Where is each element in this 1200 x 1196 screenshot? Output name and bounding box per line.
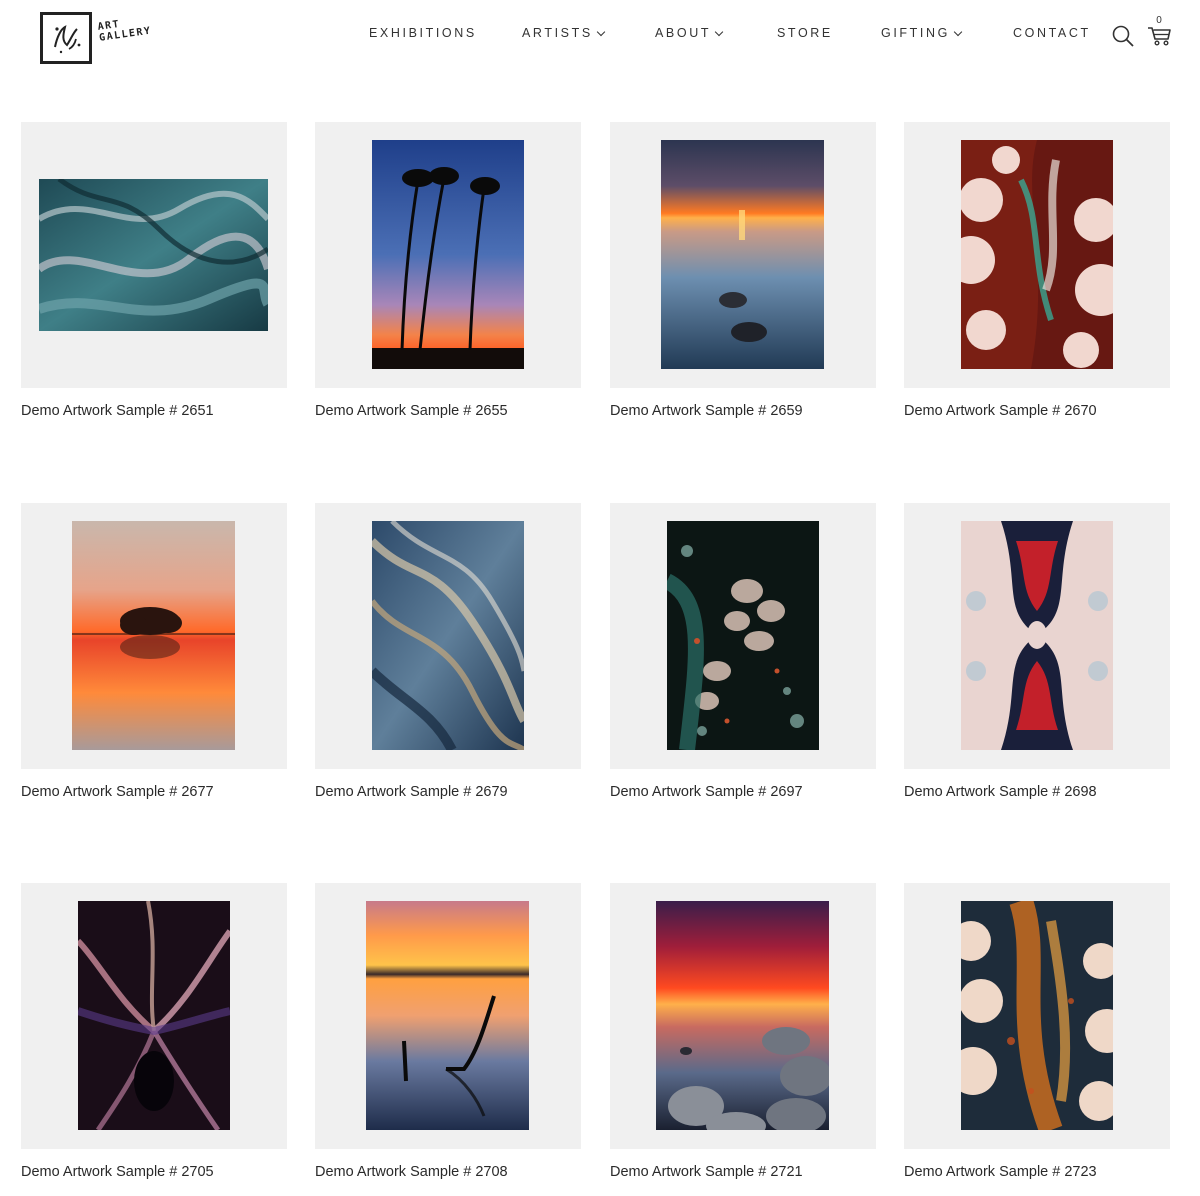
artwork-title[interactable]: Demo Artwork Sample # 2670	[904, 403, 1097, 419]
artwork-title[interactable]: Demo Artwork Sample # 2659	[610, 403, 803, 419]
artwork-frame	[21, 883, 287, 1149]
artwork-title[interactable]: Demo Artwork Sample # 2697	[610, 784, 803, 800]
chevron-down-icon	[596, 27, 606, 36]
cart-icon[interactable]	[1146, 16, 1172, 46]
artwork-image[interactable]	[39, 179, 268, 331]
nav-label: CONTACT	[1013, 26, 1091, 40]
artwork-title[interactable]: Demo Artwork Sample # 2651	[21, 403, 214, 419]
artwork-title[interactable]: Demo Artwork Sample # 2723	[904, 1164, 1097, 1180]
artwork-image[interactable]	[78, 901, 230, 1130]
artwork-image[interactable]	[667, 521, 819, 750]
chevron-down-icon	[953, 27, 963, 36]
nav-gifting[interactable]: GIFTING	[881, 26, 963, 40]
artwork-frame	[315, 122, 581, 388]
nav-label: STORE	[777, 26, 833, 40]
main-nav: EXHIBITIONS ARTISTS ABOUT STORE GIFTING …	[0, 26, 1200, 46]
search-icon[interactable]	[1111, 24, 1135, 48]
nav-exhibitions[interactable]: EXHIBITIONS	[369, 26, 477, 40]
nav-store[interactable]: STORE	[777, 26, 833, 40]
artwork-frame	[610, 122, 876, 388]
nav-artists[interactable]: ARTISTS	[522, 26, 606, 40]
nav-contact[interactable]: CONTACT	[1013, 26, 1091, 40]
artwork-title[interactable]: Demo Artwork Sample # 2698	[904, 784, 1097, 800]
artwork-image[interactable]	[961, 521, 1113, 750]
artwork-title[interactable]: Demo Artwork Sample # 2679	[315, 784, 508, 800]
artwork-image[interactable]	[961, 901, 1113, 1130]
nav-about[interactable]: ABOUT	[655, 26, 724, 40]
artwork-image[interactable]	[961, 140, 1113, 369]
artwork-frame	[21, 122, 287, 388]
nav-label: ARTISTS	[522, 26, 593, 40]
artwork-frame	[315, 883, 581, 1149]
artwork-frame	[610, 503, 876, 769]
artwork-image[interactable]	[372, 140, 524, 369]
artwork-image[interactable]	[661, 140, 824, 369]
artwork-frame	[21, 503, 287, 769]
nav-label: EXHIBITIONS	[369, 26, 477, 40]
artwork-image[interactable]	[372, 521, 524, 750]
artwork-frame	[904, 883, 1170, 1149]
artwork-title[interactable]: Demo Artwork Sample # 2655	[315, 403, 508, 419]
artwork-frame	[904, 122, 1170, 388]
chevron-down-icon	[714, 27, 724, 36]
artwork-title[interactable]: Demo Artwork Sample # 2721	[610, 1164, 803, 1180]
artwork-title[interactable]: Demo Artwork Sample # 2677	[21, 784, 214, 800]
artwork-title[interactable]: Demo Artwork Sample # 2708	[315, 1164, 508, 1180]
artwork-title[interactable]: Demo Artwork Sample # 2705	[21, 1164, 214, 1180]
artwork-image[interactable]	[366, 901, 529, 1130]
artwork-frame	[610, 883, 876, 1149]
nav-label: ABOUT	[655, 26, 712, 40]
site-header: ART GALLERY EXHIBITIONS ARTISTS ABOUT ST…	[0, 0, 1200, 80]
artwork-image[interactable]	[656, 901, 829, 1130]
artwork-frame	[315, 503, 581, 769]
artwork-image[interactable]	[72, 521, 235, 750]
nav-label: GIFTING	[881, 26, 950, 40]
artwork-frame	[904, 503, 1170, 769]
